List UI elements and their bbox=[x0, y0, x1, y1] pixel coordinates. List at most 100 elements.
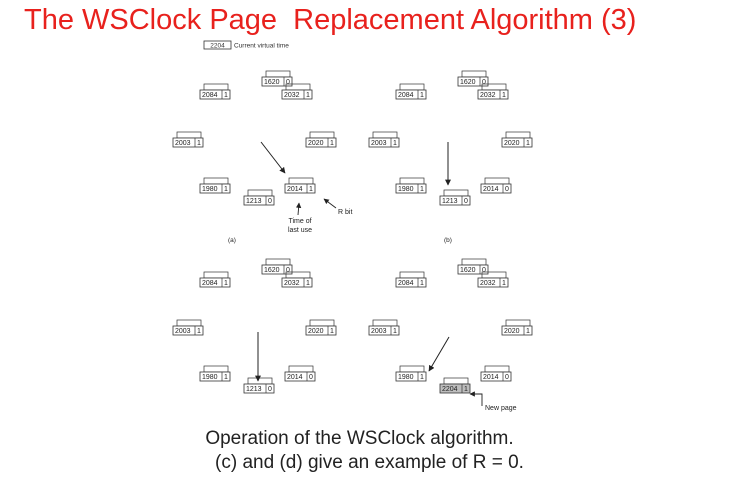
frame-r-bit: 1 bbox=[393, 140, 397, 147]
frame-top-line bbox=[484, 365, 510, 373]
clock-hand-pointer bbox=[260, 141, 286, 174]
frame-time: 2020 bbox=[504, 140, 520, 147]
frame-r-bit: 0 bbox=[505, 186, 509, 193]
frame-time: 2014 bbox=[483, 186, 499, 193]
frame-r-bit: 1 bbox=[502, 280, 506, 287]
frame-time: 1213 bbox=[442, 198, 458, 205]
frame-time: 1620 bbox=[264, 267, 280, 274]
page-frame: 2014 0 bbox=[480, 177, 512, 194]
page-frame: 2084 1 bbox=[199, 83, 231, 100]
frame-r-bit: 1 bbox=[420, 186, 424, 193]
frame-r-bit: 0 bbox=[464, 198, 468, 205]
frame-time: 2084 bbox=[202, 92, 218, 99]
frame-time: 2003 bbox=[371, 140, 387, 147]
frame-time: 2084 bbox=[398, 280, 414, 287]
frame-top-line bbox=[176, 131, 202, 139]
page-frame: 1213 0 bbox=[243, 189, 275, 206]
frame-top-line bbox=[399, 365, 425, 373]
frame-time: 2014 bbox=[287, 374, 303, 381]
frame-time: 2003 bbox=[175, 140, 191, 147]
frame-top-line bbox=[203, 83, 229, 91]
frame-top-line bbox=[265, 258, 291, 266]
page-frame: 2020 1 bbox=[305, 319, 337, 336]
page-frame: 2003 1 bbox=[368, 131, 400, 148]
frame-r-bit: 1 bbox=[224, 374, 228, 381]
page-frame: 2020 1 bbox=[501, 131, 533, 148]
caption-line-1: Operation of the WSClock algorithm. bbox=[205, 428, 514, 449]
frame-r-bit: 1 bbox=[224, 92, 228, 99]
frame-top-line bbox=[461, 258, 487, 266]
frame-r-bit: 1 bbox=[306, 280, 310, 287]
frame-r-bit: 0 bbox=[309, 374, 313, 381]
frame-r-bit: 0 bbox=[505, 374, 509, 381]
panel-label: (b) bbox=[444, 237, 452, 244]
frame-r-bit: 1 bbox=[526, 328, 530, 335]
page-frame: 2003 1 bbox=[368, 319, 400, 336]
frame-time: 2084 bbox=[202, 280, 218, 287]
panel-d-annotations: New page bbox=[469, 391, 517, 412]
frame-r-bit: 0 bbox=[482, 267, 486, 274]
frame-r-bit: 0 bbox=[286, 79, 290, 86]
frame-time: 1620 bbox=[460, 267, 476, 274]
page-frame: 2084 1 bbox=[395, 271, 427, 288]
page-frame: 2084 1 bbox=[395, 83, 427, 100]
frame-r-bit: 0 bbox=[268, 198, 272, 205]
frame-r-bit: 1 bbox=[502, 92, 506, 99]
page-frame: 2084 1 bbox=[199, 271, 231, 288]
page-frame: 1213 0 bbox=[439, 189, 471, 206]
frame-top-line bbox=[203, 271, 229, 279]
frame-top-line bbox=[247, 377, 273, 385]
frame-top-line bbox=[288, 177, 314, 185]
page-frame: 2204 1 bbox=[439, 377, 471, 394]
frame-top-line bbox=[265, 70, 291, 78]
panel-d: 1620 0 2032 1 2020 1 2014 0 2204 1 1980 1 2003 1 2084 1 bbox=[368, 258, 533, 394]
frame-top-line bbox=[443, 189, 469, 197]
page-frame: 2014 0 bbox=[284, 365, 316, 382]
time-of-last-use-label-1: Time of bbox=[288, 218, 311, 225]
page-frame: 2014 1 bbox=[284, 177, 316, 194]
frame-time: 1980 bbox=[202, 374, 218, 381]
frame-r-bit: 1 bbox=[420, 92, 424, 99]
legend-label: Current virtual time bbox=[234, 43, 289, 50]
page-frame: 2003 1 bbox=[172, 131, 204, 148]
frame-r-bit: 1 bbox=[197, 140, 201, 147]
frame-time: 2003 bbox=[175, 328, 191, 335]
panel-a-annotations: Time of last use R bit bbox=[288, 198, 352, 234]
caption-line-2: (c) and (d) give an example of R = 0. bbox=[215, 452, 524, 473]
frame-time: 1213 bbox=[246, 386, 262, 393]
clock-hand-pointer bbox=[428, 336, 450, 372]
frame-time: 2020 bbox=[504, 328, 520, 335]
frame-top-line bbox=[443, 377, 469, 385]
current-time-legend: 2204 Current virtual time bbox=[203, 40, 289, 50]
frame-top-line bbox=[372, 319, 398, 327]
frame-r-bit: 0 bbox=[268, 386, 272, 393]
frame-time: 2032 bbox=[284, 92, 300, 99]
panel-b: 1620 0 2032 1 2020 1 2014 0 1213 0 1980 1 2003 1 2084 1… bbox=[368, 70, 533, 244]
panel-c: 1620 0 2032 1 2020 1 2014 0 1213 0 1980 1 2003 1 2084 1 bbox=[172, 258, 337, 394]
frame-r-bit: 1 bbox=[420, 280, 424, 287]
frame-top-line bbox=[309, 319, 335, 327]
frame-time: 1980 bbox=[398, 374, 414, 381]
page-frame: 1980 1 bbox=[395, 365, 427, 382]
panel-label: (a) bbox=[228, 237, 236, 244]
page-frame: 2003 1 bbox=[172, 319, 204, 336]
frame-r-bit: 1 bbox=[309, 186, 313, 193]
frame-time: 1620 bbox=[264, 79, 280, 86]
legend-value: 2204 bbox=[210, 43, 225, 50]
r-bit-label: R bit bbox=[338, 209, 352, 216]
frame-r-bit: 1 bbox=[526, 140, 530, 147]
frame-top-line bbox=[484, 177, 510, 185]
panels-group: 1620 02032 12020 12014 11213 01980 12003 12084 1… bbox=[172, 70, 533, 394]
frame-time: 1620 bbox=[460, 79, 476, 86]
panel-a: 1620 0 2032 1 2020 1 2014 1 1213 0 1980 1 2003 1 2084 1… bbox=[172, 70, 337, 244]
frame-time: 2032 bbox=[284, 280, 300, 287]
frame-r-bit: 1 bbox=[224, 280, 228, 287]
frame-top-line bbox=[505, 319, 531, 327]
frame-top-line bbox=[288, 365, 314, 373]
frame-top-line bbox=[399, 271, 425, 279]
page-frame: 1980 1 bbox=[395, 177, 427, 194]
slide-title: The WSClock Page Replacement Algorithm (… bbox=[24, 4, 637, 36]
frame-top-line bbox=[505, 131, 531, 139]
frame-r-bit: 0 bbox=[286, 267, 290, 274]
frame-time: 2084 bbox=[398, 92, 414, 99]
